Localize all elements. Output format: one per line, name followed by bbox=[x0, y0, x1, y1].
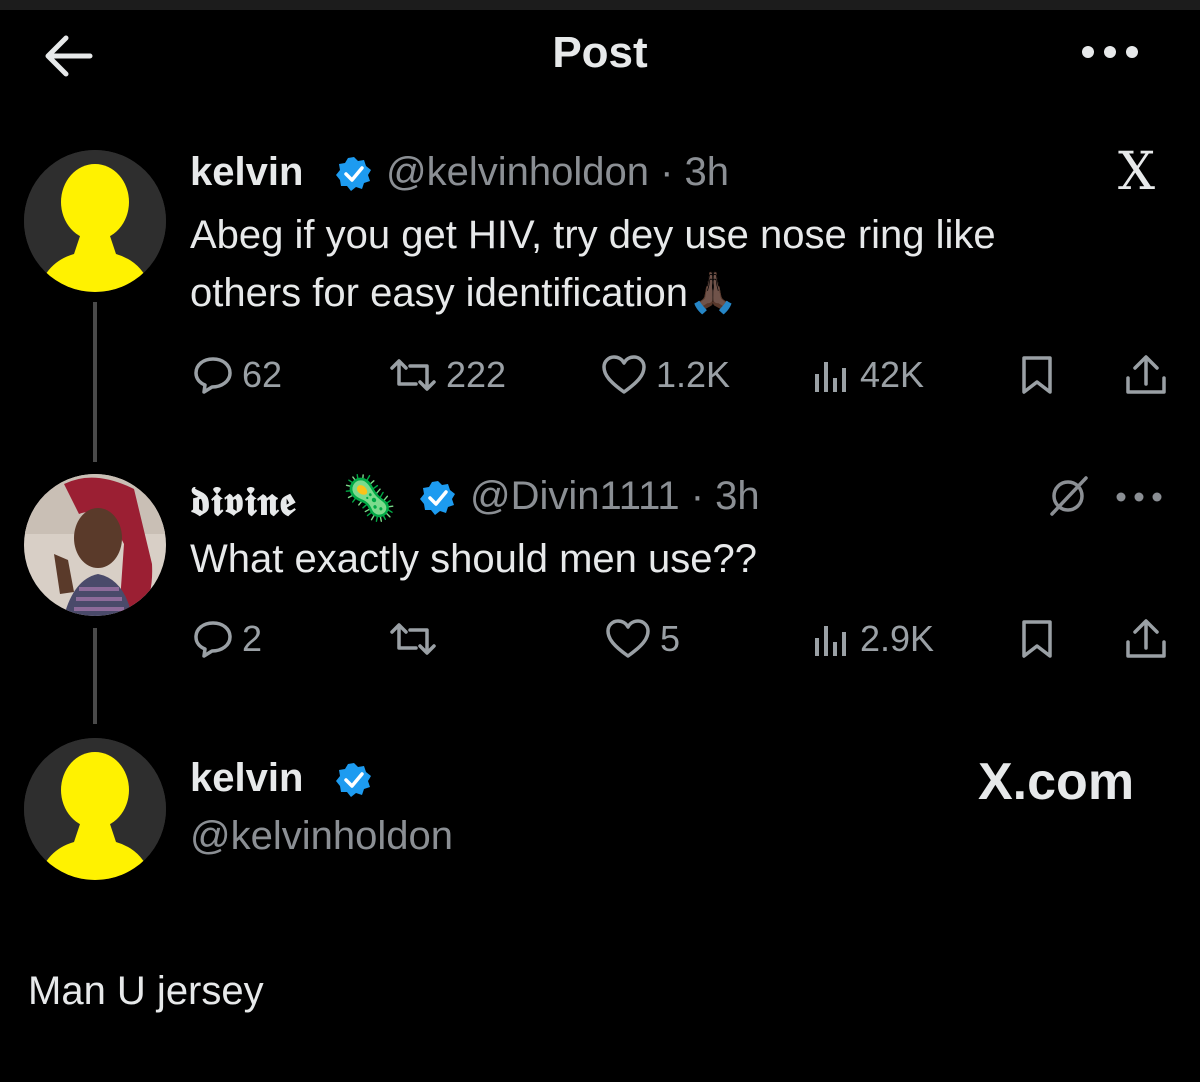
status-strip bbox=[0, 0, 1200, 10]
author-handle: @kelvinholdon · 3h bbox=[386, 150, 730, 194]
verified-icon bbox=[336, 156, 372, 192]
reply-icon bbox=[194, 357, 232, 394]
share-icon bbox=[1126, 355, 1166, 394]
bookmark-button[interactable] bbox=[1016, 354, 1058, 396]
avatar[interactable] bbox=[24, 150, 166, 292]
repost-icon bbox=[390, 623, 436, 655]
praying-hands-emoji: 🙏🏿 bbox=[688, 271, 738, 315]
bookmark-icon bbox=[1022, 356, 1052, 394]
x-com-logo: X.com bbox=[978, 753, 1135, 811]
more-icon[interactable] bbox=[1080, 40, 1140, 64]
views-icon bbox=[815, 626, 846, 656]
tweet-text: Man U jersey bbox=[28, 969, 264, 1013]
reply-button[interactable]: 2 bbox=[192, 618, 262, 660]
bookmark-button[interactable] bbox=[1016, 618, 1058, 660]
views-icon bbox=[815, 362, 846, 392]
like-button[interactable]: 5 bbox=[604, 618, 680, 660]
author-handle: @kelvinholdon bbox=[190, 814, 453, 858]
like-icon bbox=[606, 619, 650, 658]
bookmark-icon bbox=[1022, 620, 1052, 658]
x-logo-icon: X bbox=[1118, 142, 1156, 202]
verified-icon bbox=[420, 480, 456, 516]
share-button[interactable] bbox=[1122, 354, 1170, 396]
grok-icon[interactable] bbox=[1046, 474, 1090, 523]
tweet-text: Abeg if you get HIV, try dey use nose ri… bbox=[190, 213, 996, 315]
views-button[interactable]: 42K bbox=[810, 354, 924, 396]
views-button[interactable]: 2.9K bbox=[810, 618, 934, 660]
share-icon bbox=[1126, 619, 1166, 658]
reply-button[interactable]: 62 bbox=[192, 354, 282, 396]
avatar[interactable] bbox=[24, 474, 166, 616]
repost-icon bbox=[390, 359, 436, 391]
tweet-text: What exactly should men use?? bbox=[190, 537, 757, 581]
verified-icon bbox=[336, 762, 372, 798]
author-name[interactable]: kelvin bbox=[190, 756, 303, 801]
thread-line bbox=[93, 302, 97, 462]
author-handle: @Divin1111 · 3h bbox=[470, 474, 760, 518]
like-icon bbox=[602, 355, 646, 394]
share-button[interactable] bbox=[1122, 618, 1170, 660]
repost-button[interactable] bbox=[388, 618, 438, 660]
author-name[interactable]: kelvin bbox=[190, 150, 303, 195]
repost-button[interactable]: 222 bbox=[388, 354, 506, 396]
avatar[interactable] bbox=[24, 738, 166, 880]
reply-icon bbox=[194, 621, 232, 658]
like-button[interactable]: 1.2K bbox=[600, 354, 730, 396]
page-title: Post bbox=[552, 28, 648, 77]
author-name[interactable]: 𝖉𝖎𝖛𝖎𝖓𝖊 bbox=[190, 478, 296, 525]
thread-line bbox=[93, 628, 97, 724]
more-icon[interactable] bbox=[1114, 490, 1164, 509]
virus-emoji: 🦠 bbox=[342, 474, 397, 523]
